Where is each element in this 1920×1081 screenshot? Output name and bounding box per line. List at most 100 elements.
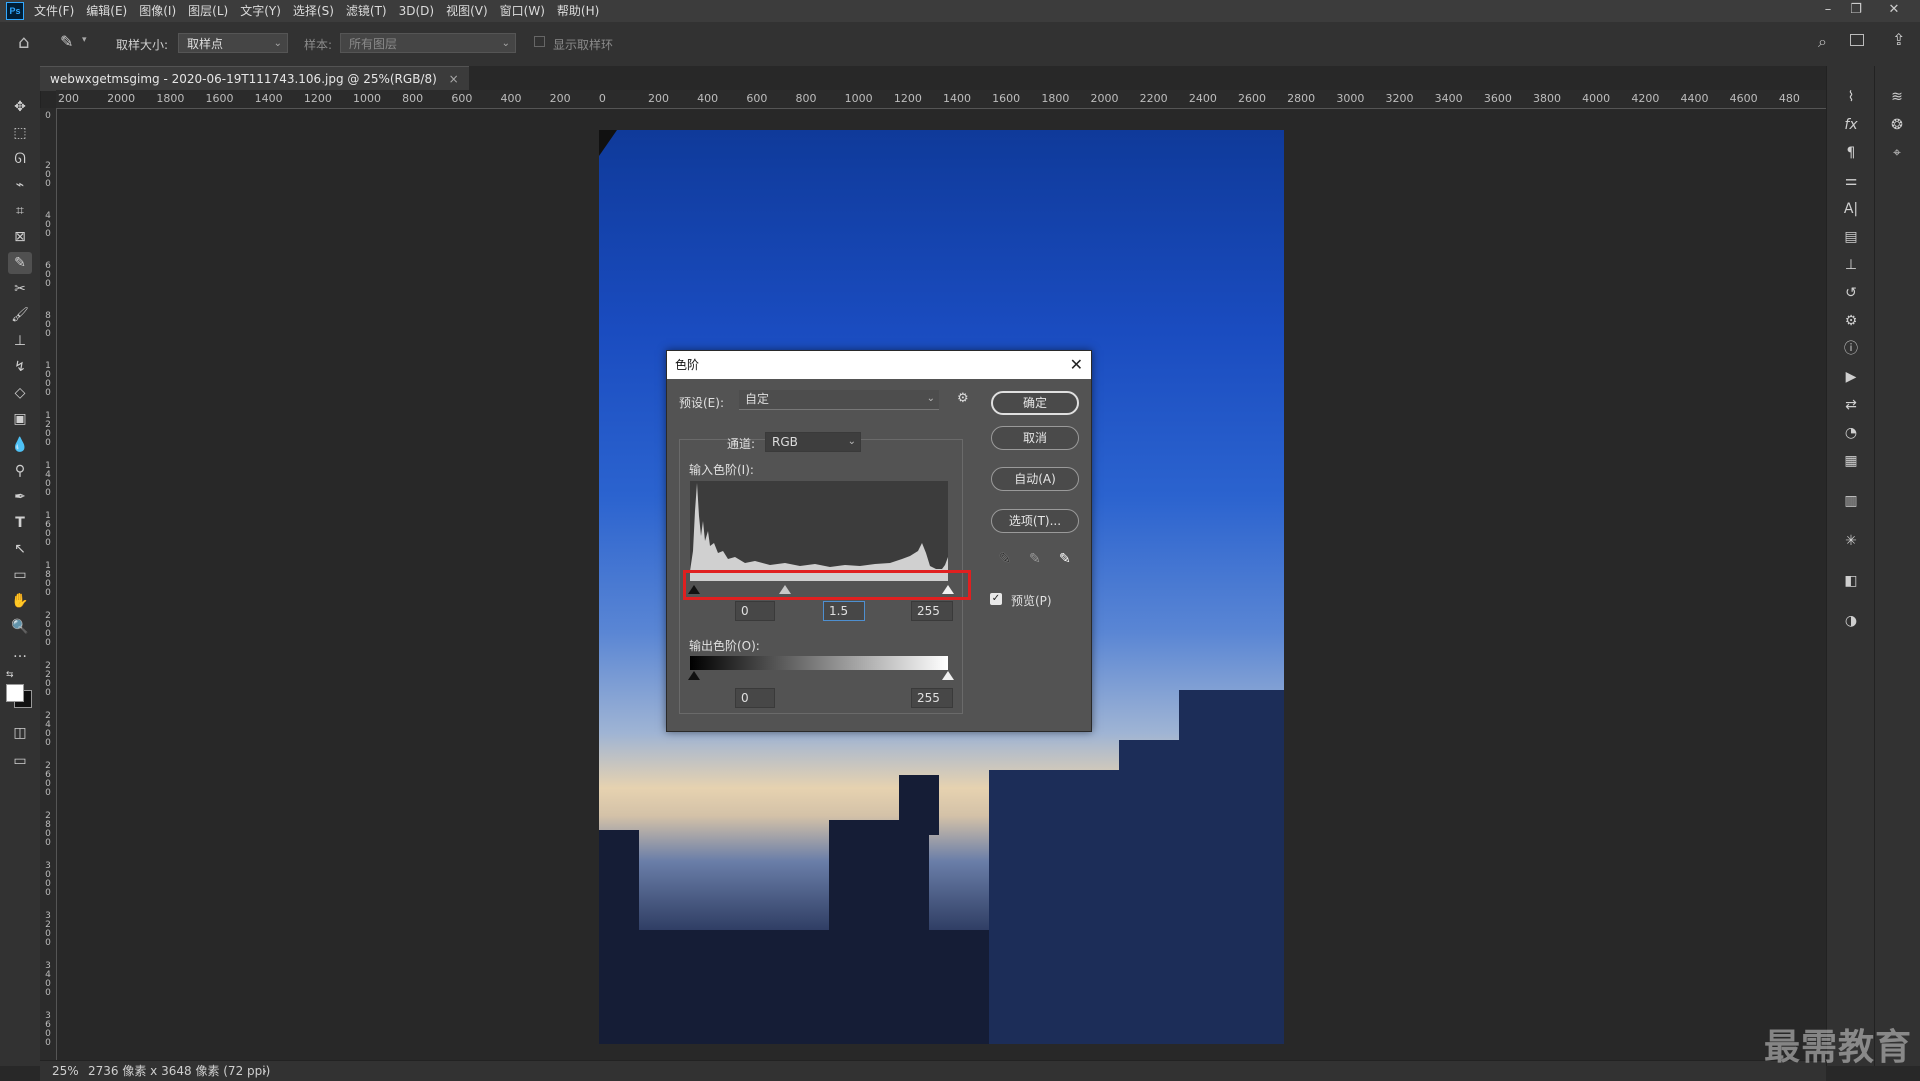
adjustments-icon[interactable]: ⚌ <box>1839 170 1863 192</box>
lasso-tool-icon[interactable]: ᘏ <box>8 148 32 170</box>
3d-icon[interactable]: ◔ <box>1839 422 1863 444</box>
menu-bar: Ps 文件(F) 编辑(E) 图像(I) 图层(L) 文字(Y) 选择(S) 滤… <box>0 0 1920 22</box>
sample-size-label: 取样大小: <box>116 38 169 52</box>
channel-select[interactable]: RGB ⌄ <box>765 432 861 452</box>
menu-view[interactable]: 视图(V) <box>440 0 494 22</box>
minimize-button[interactable]: – <box>1814 0 1842 22</box>
close-icon[interactable]: ✕ <box>1070 351 1083 379</box>
paths-icon[interactable]: ⌖ <box>1885 142 1909 164</box>
eyedropper-tool-icon[interactable]: ✎ <box>8 252 32 274</box>
output-black-field[interactable]: 0 <box>735 688 775 708</box>
zoom-level[interactable]: 25% <box>52 1061 79 1081</box>
menu-window[interactable]: 窗口(W) <box>494 0 551 22</box>
preset-options-gear-icon[interactable]: ⚙ <box>957 391 969 406</box>
close-tab-icon[interactable]: × <box>449 72 459 86</box>
input-black-field[interactable]: 0 <box>735 601 775 621</box>
home-icon[interactable]: ⌂ <box>18 32 29 53</box>
frame-tool-icon[interactable]: ⊠ <box>8 226 32 248</box>
quick-select-tool-icon[interactable]: ⌁ <box>8 174 32 196</box>
paragraph-icon[interactable]: ¶ <box>1839 142 1863 164</box>
glyphs-icon[interactable]: ◧ <box>1839 570 1863 592</box>
notes-icon[interactable]: ▥ <box>1839 490 1863 512</box>
screen-mode-icon[interactable]: ▭ <box>8 750 32 772</box>
actions-icon[interactable]: ▶ <box>1839 366 1863 388</box>
healing-tool-icon[interactable]: ✂ <box>8 278 32 300</box>
preview-checkbox[interactable]: ✓ <box>990 593 1002 605</box>
history-icon[interactable]: ↺ <box>1839 282 1863 304</box>
menu-help[interactable]: 帮助(H) <box>551 0 605 22</box>
ok-button[interactable]: 确定 <box>991 391 1079 415</box>
blur-tool-icon[interactable]: 💧 <box>8 434 32 456</box>
ruler-tick-label: 4400 <box>1680 92 1709 105</box>
gradient-tool-icon[interactable]: ▣ <box>8 408 32 430</box>
path-select-tool-icon[interactable]: ↖ <box>8 538 32 560</box>
libraries-icon[interactable]: ▤ <box>1839 226 1863 248</box>
layers-icon[interactable]: ≋ <box>1885 86 1909 108</box>
share-icon[interactable]: ⇪ <box>1892 30 1905 49</box>
menu-edit[interactable]: 编辑(E) <box>80 0 133 22</box>
chevron-down-icon: ⌄ <box>926 393 935 404</box>
crop-tool-icon[interactable]: ⌗ <box>8 200 32 222</box>
menu-image[interactable]: 图像(I) <box>133 0 182 22</box>
show-ring-checkbox[interactable] <box>534 36 545 47</box>
character-icon[interactable]: A| <box>1839 198 1863 220</box>
stamp-tool-icon[interactable]: ⊥ <box>8 330 32 352</box>
sample-select[interactable]: 所有图层 ⌄ <box>340 33 516 53</box>
preset-select[interactable]: 自定 ⌄ <box>739 390 939 410</box>
menu-3d[interactable]: 3D(D) <box>393 0 440 22</box>
properties-icon[interactable]: ⚙ <box>1839 310 1863 332</box>
output-black-slider[interactable] <box>688 671 700 680</box>
search-icon[interactable]: ⌕ <box>1818 32 1827 52</box>
hand-tool-icon[interactable]: ✋ <box>8 590 32 612</box>
channels-icon[interactable]: ❂ <box>1885 114 1909 136</box>
marquee-tool-icon[interactable]: ⬚ <box>8 122 32 144</box>
type-tool-icon[interactable]: T <box>8 512 32 534</box>
more-tools-icon[interactable]: … <box>8 642 32 664</box>
clone-source-icon[interactable]: ⊥ <box>1839 254 1863 276</box>
dialog-titlebar[interactable]: 色阶 ✕ <box>667 351 1091 379</box>
foreground-color-swatch[interactable] <box>6 684 24 702</box>
dodge-tool-icon[interactable]: ⚲ <box>8 460 32 482</box>
move-tool-icon[interactable]: ✥ <box>8 96 32 118</box>
chevron-down-icon[interactable]: ▾ <box>82 35 87 45</box>
history-brush-tool-icon[interactable]: ↯ <box>8 356 32 378</box>
rectangle-tool-icon[interactable]: ▭ <box>8 564 32 586</box>
restore-button[interactable]: ❐ <box>1842 0 1870 22</box>
sample-size-select[interactable]: 取样点 ⌄ <box>178 33 288 53</box>
brush-settings-icon[interactable]: ⌇ <box>1839 86 1863 108</box>
navigator-icon[interactable]: ◑ <box>1839 610 1863 632</box>
eraser-tool-icon[interactable]: ◇ <box>8 382 32 404</box>
ruler-tick-label: 6 0 0 <box>45 261 51 289</box>
output-white-slider[interactable] <box>942 671 954 680</box>
menu-filter[interactable]: 滤镜(T) <box>340 0 393 22</box>
input-gamma-field[interactable]: 1.5 <box>823 601 865 621</box>
close-window-button[interactable]: ✕ <box>1880 0 1908 22</box>
menu-file[interactable]: 文件(F) <box>28 0 80 22</box>
cancel-button[interactable]: 取消 <box>991 426 1079 450</box>
input-white-field[interactable]: 255 <box>911 601 953 621</box>
brush-tool-icon[interactable]: 🖌 <box>8 304 32 326</box>
black-point-eyedropper-icon[interactable]: ✎ <box>999 551 1011 567</box>
table-icon[interactable]: ▦ <box>1839 450 1863 472</box>
auto-button[interactable]: 自动(A) <box>991 467 1079 491</box>
output-white-field[interactable]: 255 <box>911 688 953 708</box>
zoom-tool-icon[interactable]: 🔍 <box>8 616 32 638</box>
eyedropper-tool-icon[interactable]: ✎ <box>60 32 73 51</box>
document-tab[interactable]: webwxgetmsgimg - 2020-06-19T111743.106.j… <box>40 66 469 91</box>
options-button[interactable]: 选项(T)... <box>991 509 1079 533</box>
timeline-icon[interactable]: ✳ <box>1839 530 1863 552</box>
info-icon[interactable]: ⓘ <box>1839 338 1863 360</box>
menu-type[interactable]: 文字(Y) <box>234 0 287 22</box>
gray-point-eyedropper-icon[interactable]: ✎ <box>1029 551 1041 567</box>
workspace-icon[interactable] <box>1850 34 1864 46</box>
pen-tool-icon[interactable]: ✒ <box>8 486 32 508</box>
menu-layer[interactable]: 图层(L) <box>182 0 234 22</box>
status-arrow-icon[interactable]: › <box>262 1061 267 1081</box>
white-point-eyedropper-icon[interactable]: ✎ <box>1059 551 1071 567</box>
layer-comps-icon[interactable]: ⇄ <box>1839 394 1863 416</box>
menu-select[interactable]: 选择(S) <box>287 0 340 22</box>
fx-icon[interactable]: fx <box>1839 114 1863 136</box>
quick-mask-icon[interactable]: ◫ <box>8 722 32 744</box>
swap-colors-icon[interactable]: ⇆ <box>6 670 14 680</box>
chevron-down-icon: ⌄ <box>501 38 510 49</box>
